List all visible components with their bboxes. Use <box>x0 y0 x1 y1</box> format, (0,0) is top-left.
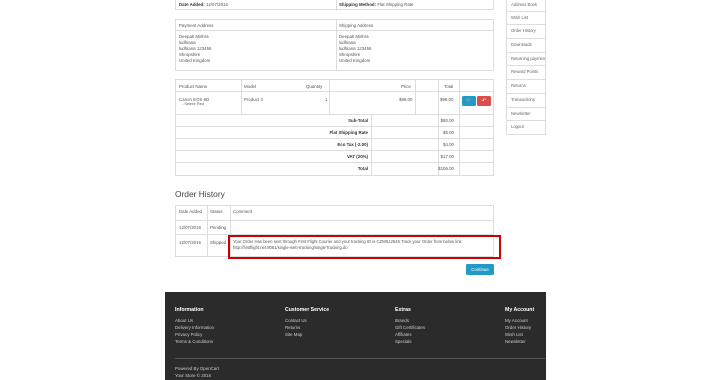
product-total: $98.00 <box>440 97 454 102</box>
footer-divider <box>175 358 545 359</box>
footer-link-my-account[interactable]: My Account <box>505 318 528 323</box>
history-status-2: Shipped <box>210 240 227 245</box>
shipping-label: Flat Shipping Rate <box>329 130 368 135</box>
site-footer: Information About Us Delivery Informatio… <box>165 292 546 380</box>
sidebar-item-downloads[interactable]: Downloads <box>506 39 546 53</box>
account-sidebar: Address Book Wish List Order History Dow… <box>506 0 546 135</box>
footer-link-brands[interactable]: Brands <box>395 318 409 323</box>
continue-button[interactable]: Continue <box>466 264 494 275</box>
col-product-name: Product Name <box>179 84 208 89</box>
products-table: Product Name Model Quantity Price Total … <box>175 79 494 176</box>
footer-my-account-title: My Account <box>505 307 535 313</box>
shipping-value: $5.00 <box>443 130 454 135</box>
payment-address-header: Payment Address <box>179 23 214 28</box>
shipping-method-value: Flat Shipping Rate <box>377 2 414 7</box>
product-quantity: 1 <box>325 97 328 102</box>
footer-link-affiliates[interactable]: Affiliates <box>395 332 412 337</box>
total-label: Total <box>357 166 368 171</box>
col-model: Model <box>244 84 256 89</box>
order-history-title: Order History <box>175 189 225 199</box>
cart-icon: 🛒 <box>465 98 473 104</box>
footer-link-about[interactable]: About Us <box>175 318 193 323</box>
order-details-table: Date Added: 12/07/2016 Shipping Method: … <box>175 0 494 11</box>
sidebar-item-wish-list[interactable]: Wish List <box>506 11 546 26</box>
footer-link-privacy[interactable]: Privacy Policy <box>175 332 202 337</box>
sidebar-item-returns[interactable]: Returns <box>506 80 546 94</box>
return-button[interactable]: ↶ <box>477 96 491 106</box>
history-date-1: 12/07/2016 <box>179 225 201 230</box>
footer-link-newsletter[interactable]: Newsletter <box>505 339 526 344</box>
sidebar-item-recurring-payments[interactable]: Returning payments <box>506 52 546 67</box>
subtotal-value: $80.00 <box>440 118 454 123</box>
sidebar-item-address-book[interactable]: Address Book <box>506 0 546 12</box>
sidebar-item-logout[interactable]: Logout <box>506 121 546 135</box>
col-price: Price <box>401 84 412 89</box>
footer-information-title: Information <box>175 307 204 313</box>
undo-icon: ↶ <box>481 98 487 104</box>
footer-link-wish-list[interactable]: Wish List <box>505 332 523 337</box>
payment-address: Deepak Mishra ludhiana ludhiana 123456 S… <box>179 34 212 63</box>
product-price: $98.00 <box>399 97 413 102</box>
ecotax-value: $4.00 <box>443 142 454 147</box>
product-option: - Select: Red <box>182 102 204 106</box>
footer-powered-by: Powered By OpenCart <box>175 366 219 371</box>
date-added-label: Date Added: <box>179 2 205 7</box>
col-comment: Comment <box>233 209 253 214</box>
col-quantity: Quantity <box>306 84 323 89</box>
footer-link-terms[interactable]: Terms & Conditions <box>175 339 213 344</box>
footer-link-gift-certificates[interactable]: Gift Certificates <box>395 325 425 330</box>
date-added-value: 12/07/2016 <box>205 2 228 7</box>
history-status-1: Pending <box>210 225 227 230</box>
col-date-added: Date Added <box>179 209 202 214</box>
footer-link-order-history[interactable]: Order History <box>505 325 531 330</box>
footer-link-sitemap[interactable]: Site Map <box>285 332 302 337</box>
footer-customer-service-title: Customer Service <box>285 307 330 313</box>
ecotax-label: Eco Tax (-2.00) <box>337 142 368 147</box>
col-status: Status <box>210 209 223 214</box>
footer-link-delivery[interactable]: Delivery Information <box>175 325 214 330</box>
shipping-method-label: Shipping Method: <box>339 2 377 7</box>
comment-highlight-box <box>228 235 501 259</box>
product-model: Product 3 <box>244 97 263 102</box>
shipping-address: Deepak Mishra ludhiana ludhiana 123456 S… <box>339 34 372 63</box>
sidebar-item-reward-points[interactable]: Reward Points <box>506 66 546 81</box>
footer-extras-title: Extras <box>395 307 411 313</box>
sidebar-item-order-history[interactable]: Order History <box>506 25 546 40</box>
footer-link-contact[interactable]: Contact Us <box>285 318 307 323</box>
shipping-address-header: Shipping Address <box>339 23 374 28</box>
vat-label: VAT (20%) <box>346 154 368 159</box>
footer-link-specials[interactable]: Specials <box>395 339 412 344</box>
sidebar-item-transactions[interactable]: Transactions <box>506 93 546 108</box>
footer-copyright: Your Store © 2016 <box>175 373 212 378</box>
vat-value: $17.00 <box>440 154 454 159</box>
col-total: Total <box>444 84 454 89</box>
total-value: $106.00 <box>438 166 454 171</box>
subtotal-label: Sub-Total <box>348 118 368 123</box>
history-date-2: 12/07/2016 <box>179 240 201 245</box>
address-table: Payment Address Shipping Address Deepak … <box>175 19 494 71</box>
sidebar-item-newsletter[interactable]: Newsletter <box>506 107 546 122</box>
reorder-button[interactable]: 🛒 <box>462 96 476 106</box>
footer-link-returns[interactable]: Returns <box>285 325 300 330</box>
